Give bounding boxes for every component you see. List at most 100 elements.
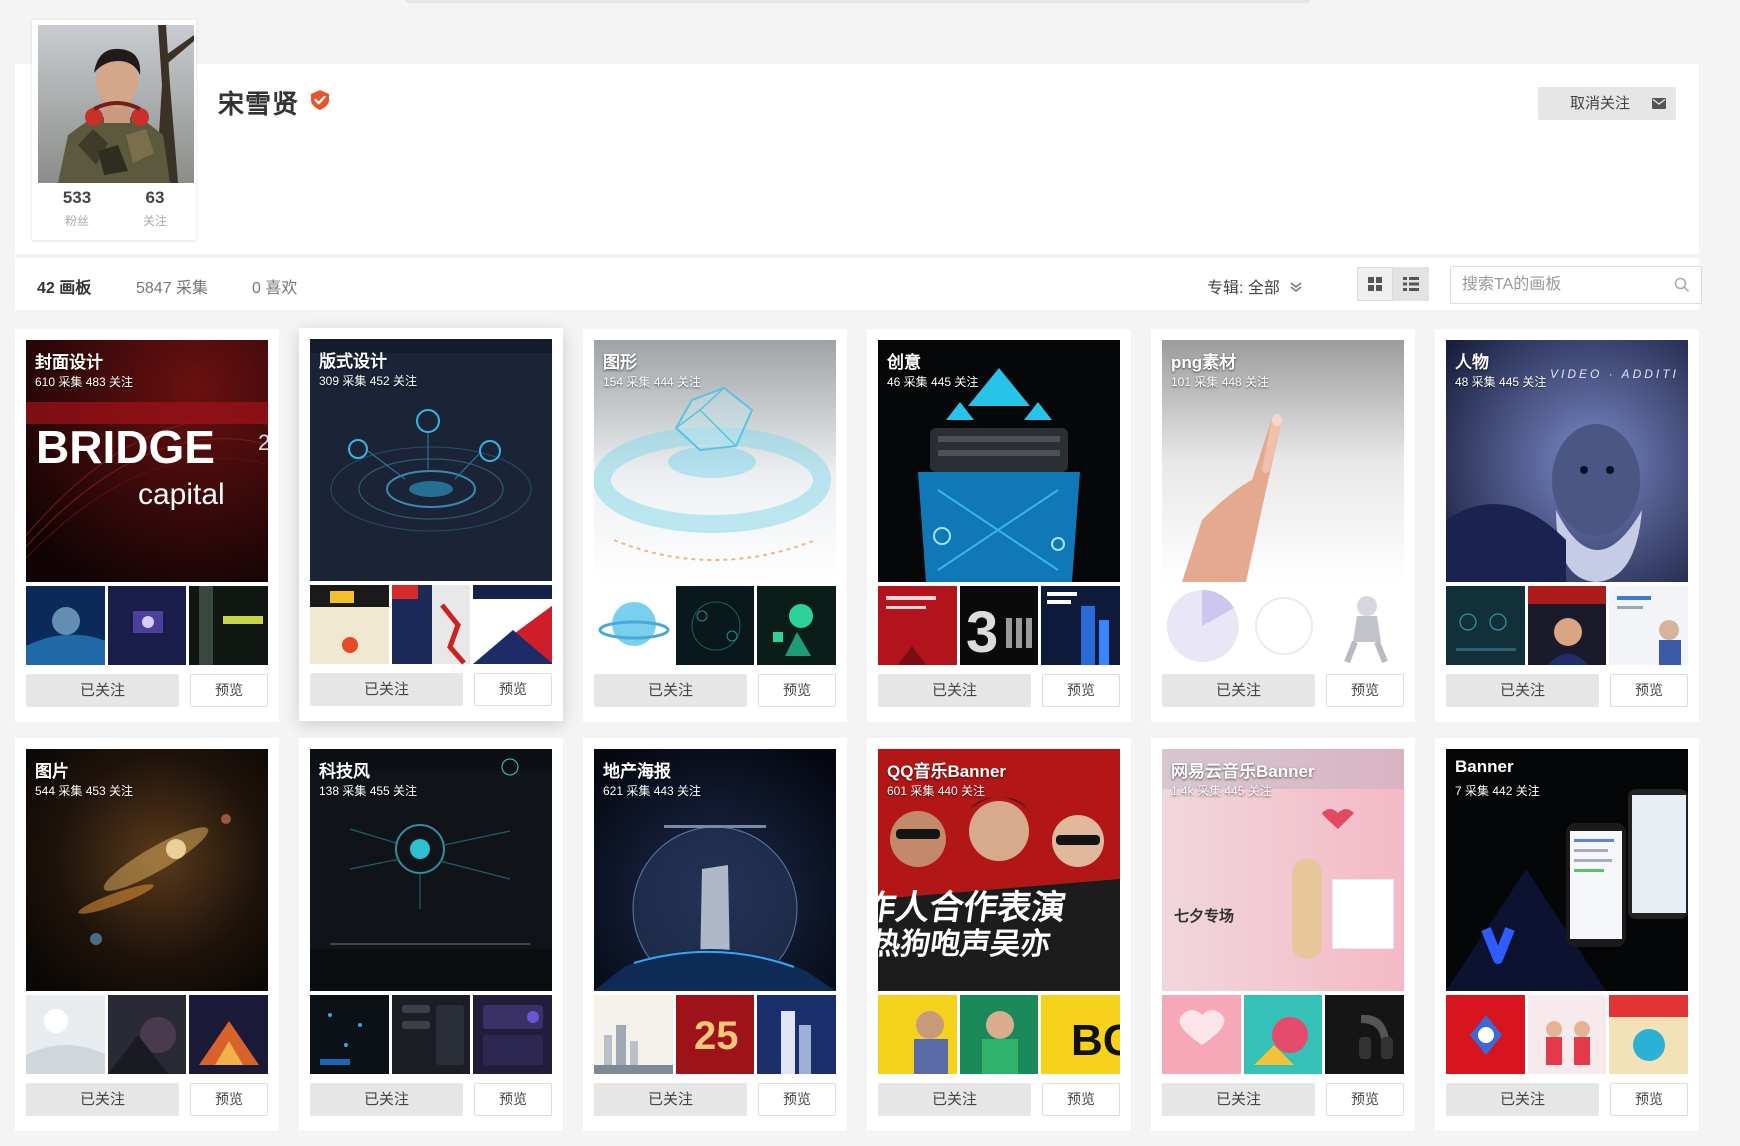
board-cover[interactable]: 科技风 138 采集 455 关注 [310, 749, 552, 991]
board-thumbnail[interactable] [189, 995, 269, 1074]
tab-likes[interactable]: 0 喜欢 [252, 274, 297, 298]
board-follow-button[interactable]: 已关注 [1162, 674, 1315, 707]
board-thumbnail[interactable] [675, 586, 755, 665]
board-follow-button[interactable]: 已关注 [26, 674, 179, 707]
board-thumbnail[interactable]: 25 [675, 995, 755, 1074]
board-thumbnail[interactable] [473, 585, 553, 664]
avatar[interactable] [38, 25, 194, 183]
board-thumbnail[interactable] [1243, 995, 1323, 1074]
board-follow-button[interactable]: 已关注 [594, 1083, 747, 1116]
board-title: 图片 [35, 762, 69, 781]
board-thumbnail[interactable] [1162, 586, 1241, 665]
board-thumbnail[interactable] [594, 586, 673, 665]
board-thumbnail[interactable] [1041, 586, 1121, 665]
following-stat[interactable]: 63 关注 [116, 188, 194, 236]
board-thumbnail[interactable] [1446, 995, 1525, 1074]
board-cover[interactable]: 图片 544 采集 453 关注 [26, 749, 268, 991]
tab-pins[interactable]: 5847 采集 [136, 274, 208, 298]
board-thumbnail[interactable] [26, 586, 105, 665]
board-follow-button[interactable]: 已关注 [1446, 1083, 1599, 1116]
board-preview-button[interactable]: 预览 [474, 673, 552, 706]
board-card[interactable]: 七夕专场 网易云音乐Banner 1.4k 采集 445 关注 已关注 预览 [1151, 738, 1415, 1131]
board-thumbnail[interactable] [391, 995, 471, 1074]
board-card[interactable]: 版式设计 309 采集 452 关注 已关注 预览 [299, 328, 563, 721]
board-preview-button[interactable]: 预览 [1042, 674, 1120, 707]
board-card[interactable]: BRIDGE 2 capital 封面设计 610 采集 483 关注 已关注 … [15, 329, 279, 722]
board-cover[interactable]: 七夕专场 网易云音乐Banner 1.4k 采集 445 关注 [1162, 749, 1404, 991]
board-cover[interactable]: Banner 7 采集 442 关注 [1446, 749, 1688, 991]
board-preview-button[interactable]: 预览 [474, 1083, 552, 1116]
board-thumbnail[interactable] [1325, 586, 1405, 665]
board-thumbnail[interactable] [1527, 995, 1607, 1074]
board-card[interactable]: 图形 154 采集 444 关注 已关注 预览 [583, 329, 847, 722]
board-title: 版式设计 [319, 352, 387, 371]
board-preview-button[interactable]: 预览 [758, 674, 836, 707]
board-card[interactable]: 图片 544 采集 453 关注 已关注 预览 [15, 738, 279, 1131]
board-thumbnail[interactable] [1446, 586, 1525, 665]
board-cover[interactable]: 地产海报 621 采集 443 关注 [594, 749, 836, 991]
board-card[interactable]: 科技风 138 采集 455 关注 已关注 预览 [299, 738, 563, 1131]
board-thumbnail[interactable] [1162, 995, 1241, 1074]
board-card[interactable]: 地产海报 621 采集 443 关注 25 已关注 预览 [583, 738, 847, 1131]
board-preview-button[interactable]: 预览 [1042, 1083, 1120, 1116]
board-thumbnail[interactable] [26, 995, 105, 1074]
board-thumbnail[interactable] [310, 585, 389, 664]
board-cover[interactable]: BRIDGE 2 capital 封面设计 610 采集 483 关注 [26, 340, 268, 582]
board-preview-button[interactable]: 预览 [1326, 1083, 1404, 1116]
board-follow-button[interactable]: 已关注 [1446, 674, 1599, 707]
board-card[interactable]: VIDEO · ADDITI 人物 48 采集 445 关注 已关注 预览 [1435, 329, 1699, 722]
board-thumbnail[interactable] [107, 586, 187, 665]
board-preview-button[interactable]: 预览 [1610, 674, 1688, 707]
board-card[interactable]: 作人合作表演 热狗咆声吴亦 QQ音乐Banner 601 采集 440 关注 B… [867, 738, 1131, 1131]
large-grid-view-button[interactable] [1357, 267, 1393, 301]
board-thumbnail[interactable] [310, 995, 389, 1074]
board-thumbnail[interactable]: 3 [959, 586, 1039, 665]
board-thumbnail[interactable] [1243, 586, 1323, 665]
board-thumbnail[interactable] [1527, 586, 1607, 665]
board-preview-button[interactable]: 预览 [1326, 674, 1404, 707]
board-follow-button[interactable]: 已关注 [878, 674, 1031, 707]
board-cover[interactable]: 创意 46 采集 445 关注 [878, 340, 1120, 582]
message-button[interactable] [1642, 87, 1676, 120]
board-follow-button[interactable]: 已关注 [878, 1083, 1031, 1116]
board-thumbnail[interactable] [1609, 586, 1689, 665]
board-follow-button[interactable]: 已关注 [26, 1083, 179, 1116]
board-cover[interactable]: png素材 101 采集 448 关注 [1162, 340, 1404, 582]
board-thumbnail[interactable] [1609, 995, 1689, 1074]
board-follow-button[interactable]: 已关注 [310, 673, 463, 706]
board-thumbnail[interactable] [757, 995, 837, 1074]
cover-bridge-text: BRIDGE [36, 421, 215, 473]
board-preview-button[interactable]: 预览 [190, 1083, 268, 1116]
board-thumbnails [1446, 995, 1689, 1074]
tab-boards[interactable]: 42 画板 [37, 274, 91, 298]
board-card[interactable]: Banner 7 采集 442 关注 已关注 预览 [1435, 738, 1699, 1131]
board-thumbnail[interactable] [391, 585, 471, 664]
board-card[interactable]: png素材 101 采集 448 关注 已关注 预览 [1151, 329, 1415, 722]
board-follow-button[interactable]: 已关注 [310, 1083, 463, 1116]
search-icon[interactable] [1674, 277, 1690, 293]
board-thumbnail[interactable] [1325, 995, 1405, 1074]
board-preview-button[interactable]: 预览 [1610, 1083, 1688, 1116]
small-grid-view-button[interactable] [1393, 267, 1429, 301]
board-follow-button[interactable]: 已关注 [594, 674, 747, 707]
board-thumbnail[interactable] [959, 995, 1039, 1074]
board-follow-button[interactable]: 已关注 [1162, 1083, 1315, 1116]
board-thumbnail[interactable] [757, 586, 837, 665]
board-cover[interactable]: 作人合作表演 热狗咆声吴亦 QQ音乐Banner 601 采集 440 关注 [878, 749, 1120, 991]
board-thumbnail[interactable] [878, 995, 957, 1074]
board-thumbnail[interactable] [189, 586, 269, 665]
board-cover[interactable]: VIDEO · ADDITI 人物 48 采集 445 关注 [1446, 340, 1688, 582]
board-cover[interactable]: 图形 154 采集 444 关注 [594, 340, 836, 582]
board-thumbnail[interactable]: BC [1041, 995, 1121, 1074]
board-search-input[interactable] [1451, 267, 1661, 303]
board-preview-button[interactable]: 预览 [190, 674, 268, 707]
board-preview-button[interactable]: 预览 [758, 1083, 836, 1116]
album-filter-dropdown[interactable]: 专辑: 全部 [1207, 274, 1302, 298]
board-thumbnail[interactable] [594, 995, 673, 1074]
board-thumbnail[interactable] [878, 586, 957, 665]
board-card[interactable]: 创意 46 采集 445 关注 3 已关注 预览 [867, 329, 1131, 722]
board-thumbnail[interactable] [107, 995, 187, 1074]
followers-stat[interactable]: 533 粉丝 [38, 188, 116, 236]
board-cover[interactable]: 版式设计 309 采集 452 关注 [310, 339, 552, 581]
board-thumbnail[interactable] [473, 995, 553, 1074]
